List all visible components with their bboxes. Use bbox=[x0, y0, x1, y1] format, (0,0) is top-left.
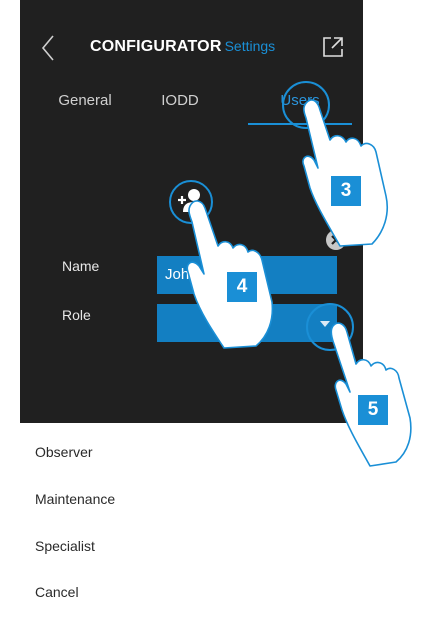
name-input[interactable]: John bbox=[157, 256, 337, 294]
tab-bar: General IODD Users bbox=[20, 86, 363, 128]
external-link-icon bbox=[323, 37, 343, 57]
page-subtitle: Settings bbox=[224, 38, 276, 54]
app-title: CONFIGURATOR bbox=[90, 38, 222, 55]
export-button[interactable] bbox=[322, 36, 344, 58]
menu-item-observer[interactable]: Observer bbox=[20, 432, 363, 472]
page-title: CONFIGURATOR Settings bbox=[90, 38, 275, 62]
role-label: Role bbox=[62, 307, 91, 323]
add-user-button[interactable] bbox=[167, 178, 215, 226]
tab-users[interactable]: Users bbox=[265, 92, 335, 120]
tab-iodd[interactable]: IODD bbox=[150, 92, 210, 120]
settings-panel: CONFIGURATORSettings General IODD Users bbox=[20, 0, 363, 423]
menu-item-label: Cancel bbox=[35, 584, 79, 600]
chevron-down-icon[interactable] bbox=[320, 321, 330, 327]
phone-screen: CONFIGURATORSettings General IODD Users bbox=[20, 0, 363, 621]
menu-item-label: Observer bbox=[35, 444, 93, 460]
tab-general[interactable]: General bbox=[50, 92, 120, 120]
menu-item-label: Specialist bbox=[35, 538, 95, 554]
role-menu: Observer Maintenance Specialist Cancel bbox=[20, 423, 363, 621]
close-icon bbox=[331, 235, 341, 245]
menu-item-specialist[interactable]: Specialist bbox=[20, 526, 363, 566]
active-tab-indicator bbox=[248, 123, 352, 125]
clear-button[interactable] bbox=[326, 230, 346, 250]
chevron-left-icon bbox=[41, 35, 54, 61]
add-user-icon bbox=[169, 180, 213, 224]
menu-item-cancel[interactable]: Cancel bbox=[20, 572, 363, 612]
menu-item-maintenance[interactable]: Maintenance bbox=[20, 479, 363, 519]
role-select[interactable] bbox=[157, 304, 337, 342]
name-label: Name bbox=[62, 258, 100, 274]
app-header: CONFIGURATOR Settings bbox=[20, 0, 363, 92]
menu-item-label: Maintenance bbox=[35, 491, 116, 507]
back-button[interactable] bbox=[35, 30, 63, 66]
